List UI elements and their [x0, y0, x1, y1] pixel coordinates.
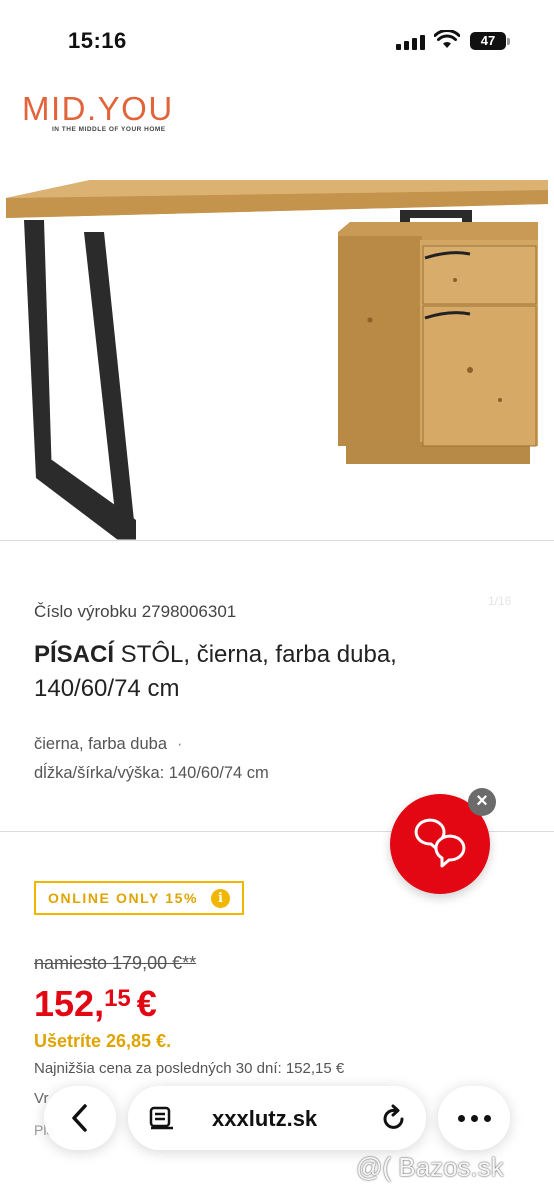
reload-icon[interactable]: [380, 1104, 408, 1132]
product-number: Číslo výrobku 2798006301: [34, 602, 237, 621]
info-icon[interactable]: i: [211, 889, 230, 908]
lowest-price-info: Najnižšia cena za posledných 30 dní: 152…: [34, 1060, 345, 1077]
savings-text: Ušetríte 26,85 €.: [34, 1031, 172, 1051]
attr-separator: ·: [177, 735, 183, 753]
product-title: PÍSACÍ STÔL, čierna, farba duba, 140/60/…: [34, 638, 474, 706]
product-title-bold: PÍSACÍ: [34, 641, 115, 668]
chevron-left-icon: [72, 1104, 87, 1132]
divider: [0, 540, 554, 541]
back-button[interactable]: [44, 1086, 116, 1150]
current-price: 152,15 €: [34, 983, 157, 1025]
clock: 15:16: [68, 28, 127, 53]
badge-text: ONLINE ONLY 15%: [48, 890, 199, 906]
more-dot: [470, 1114, 478, 1122]
more-dot: [457, 1114, 465, 1122]
url-text: xxxlutz.sk: [212, 1106, 318, 1131]
price-main: 152,: [34, 983, 105, 1024]
wifi-icon: [434, 30, 460, 48]
signal-icon: [396, 34, 426, 50]
price-currency: €: [136, 983, 157, 1024]
brand-logo[interactable]: MID.YOU IN THE MIDDLE OF YOUR HOME: [22, 90, 174, 133]
price-cents: 15: [104, 985, 131, 1012]
online-only-badge: ONLINE ONLY 15% i: [34, 881, 244, 915]
product-attributes: čierna, farba duba · dĺžka/šírka/výška: 1…: [34, 730, 269, 788]
more-options-button[interactable]: [438, 1086, 510, 1150]
attr-color: čierna, farba duba: [34, 735, 168, 753]
address-bar[interactable]: xxxlutz.sk: [128, 1086, 426, 1150]
bazos-watermark: @( Bazos.sk: [356, 1152, 504, 1182]
status-bar: 15:16 47: [0, 0, 554, 80]
attr-dimensions: dĺžka/šírka/výška: 140/60/74 cm: [34, 764, 269, 782]
old-price: namiesto 179,00 €**: [34, 953, 197, 973]
brand-name: MID.YOU: [22, 90, 174, 127]
reader-icon[interactable]: [148, 1106, 176, 1130]
more-dot: [483, 1114, 491, 1122]
image-counter-watermark: 1/16: [488, 594, 512, 608]
battery-icon: 47: [470, 32, 510, 50]
product-image[interactable]: [0, 160, 554, 550]
brand-tagline: IN THE MIDDLE OF YOUR HOME: [52, 126, 166, 133]
close-icon[interactable]: ×: [468, 788, 496, 816]
